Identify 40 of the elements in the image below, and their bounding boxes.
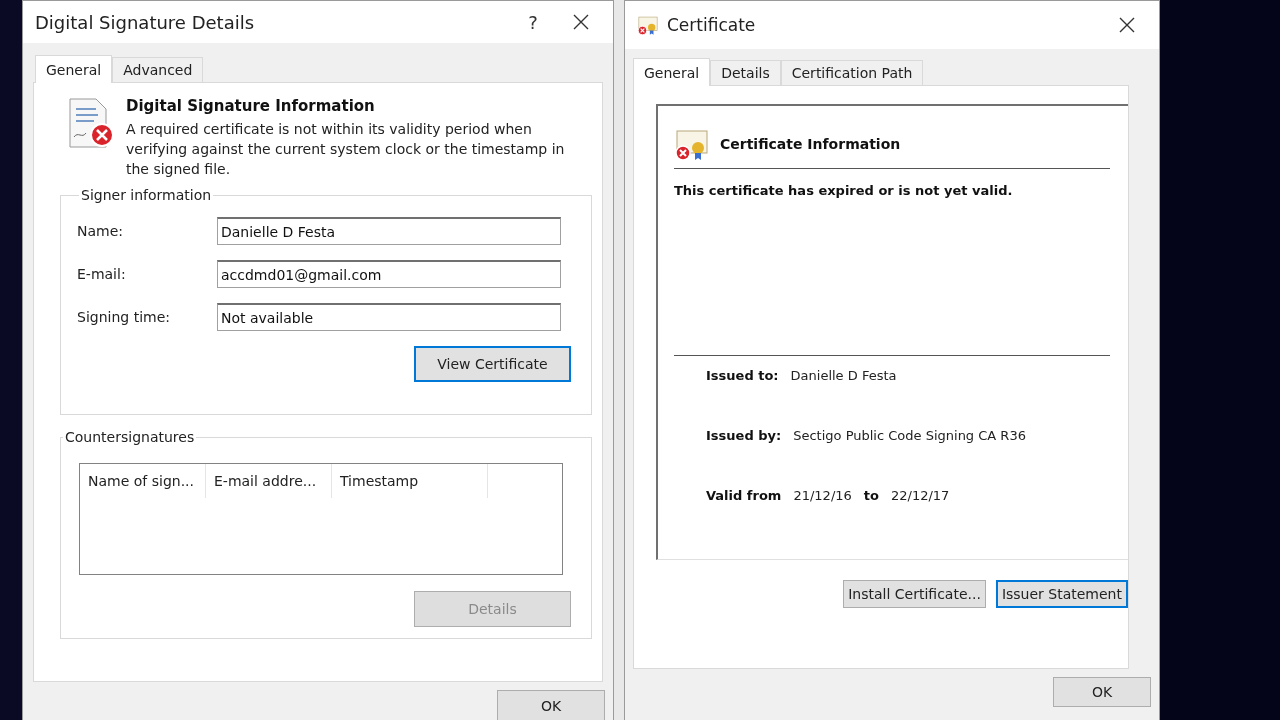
ok-button[interactable]: OK	[497, 690, 605, 720]
countersignature-list[interactable]: Name of sign... E-mail addre... Timestamp	[79, 463, 563, 575]
column-header[interactable]: E-mail addre...	[206, 464, 332, 498]
tab[interactable]: Certification Path	[780, 60, 924, 85]
tab[interactable]: Details	[710, 60, 781, 85]
info-value: Danielle D Festa	[790, 368, 897, 383]
info-label: Valid from	[706, 488, 782, 503]
info-value: 22/12/17	[890, 488, 950, 503]
column-header[interactable]: Name of sign...	[80, 464, 206, 498]
text-field[interactable]: Not available	[217, 303, 561, 331]
status-message: This certificate has expired or is not yet valid.	[674, 183, 1014, 198]
certificate-error-icon	[637, 14, 659, 36]
group-legend: Signer information	[79, 187, 214, 203]
field-label: E-mail:	[77, 266, 127, 282]
close-icon	[573, 14, 589, 30]
info-heading: Digital Signature Information	[126, 97, 376, 115]
dialog-button[interactable]: View Certificate	[414, 346, 571, 382]
field-label: Signing time:	[77, 309, 171, 325]
info-value: Sectigo Public Code Signing CA R36	[793, 428, 1026, 443]
info-heading: Certificate Information	[720, 136, 901, 152]
close-icon	[1119, 17, 1135, 33]
info-value: 21/12/16	[793, 488, 852, 503]
dialog-button[interactable]: Issuer Statement	[995, 580, 1128, 608]
text-field[interactable]: Danielle D Festa	[217, 217, 561, 245]
info-label: Issued to:	[706, 368, 779, 383]
help-button[interactable]: ?	[513, 11, 553, 33]
group-legend: Countersignatures	[63, 429, 197, 445]
info-message: A required certificate is not within its validity period when verifying against the current system clock or the timestamp in the signed file.	[126, 120, 566, 179]
tab[interactable]: General	[35, 55, 113, 83]
tab[interactable]: Advanced	[112, 57, 204, 82]
window-title: Digital Signature Details	[35, 11, 256, 33]
info-label: to	[863, 488, 879, 503]
window-title: Certificate	[667, 15, 757, 35]
info-label: Issued by:	[706, 428, 782, 443]
dialog-button[interactable]: Install Certificate...	[843, 580, 986, 608]
column-header[interactable]: Timestamp	[332, 464, 488, 498]
tab[interactable]: General	[633, 58, 711, 86]
field-label: Name:	[77, 223, 125, 239]
text-field[interactable]: accdmd01@gmail.com	[217, 260, 561, 288]
ok-button[interactable]: OK	[1053, 677, 1151, 707]
